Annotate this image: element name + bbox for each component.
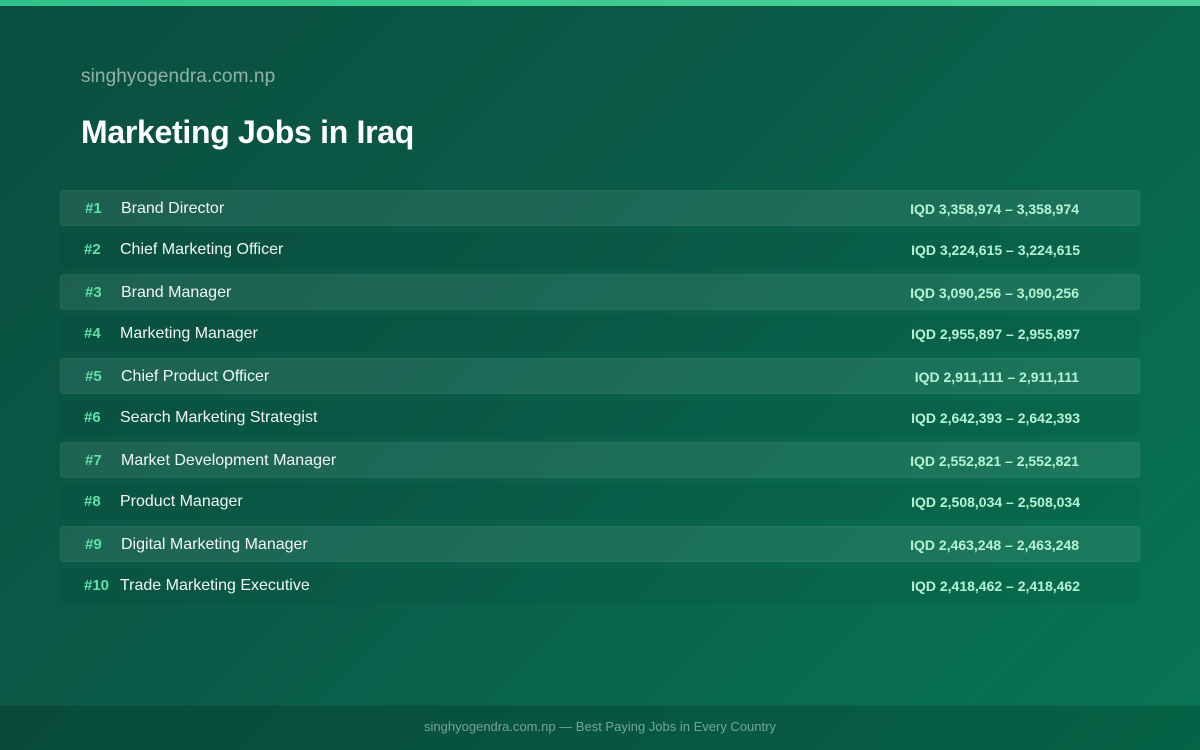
- site-name: singhyogendra.com.np: [81, 66, 276, 87]
- job-salary: IQD 2,418,462 – 2,418,462: [911, 578, 1080, 594]
- job-row: #8 Product Manager IQD 2,508,034 – 2,508…: [60, 484, 1140, 520]
- job-salary: IQD 2,955,897 – 2,955,897: [911, 326, 1080, 342]
- job-salary: IQD 2,552,821 – 2,552,821: [910, 453, 1079, 469]
- job-title: Brand Manager: [121, 284, 232, 301]
- footer: singhyogendra.com.np — Best Paying Jobs …: [0, 705, 1200, 750]
- job-title: Marketing Manager: [120, 325, 258, 342]
- job-salary: IQD 2,508,034 – 2,508,034: [911, 494, 1080, 510]
- job-rank: #3: [85, 284, 102, 301]
- job-row: #5 Chief Product Officer IQD 2,911,111 –…: [60, 358, 1140, 394]
- job-row: #1 Brand Director IQD 3,358,974 – 3,358,…: [60, 190, 1140, 226]
- job-row: #7 Market Development Manager IQD 2,552,…: [60, 442, 1140, 478]
- job-salary: IQD 3,224,615 – 3,224,615: [911, 242, 1080, 258]
- job-salary: IQD 3,358,974 – 3,358,974: [910, 201, 1079, 217]
- job-title: Chief Marketing Officer: [120, 241, 284, 258]
- job-row: #3 Brand Manager IQD 3,090,256 – 3,090,2…: [60, 274, 1140, 310]
- job-salary: IQD 2,911,111 – 2,911,111: [914, 369, 1079, 385]
- job-rank: #1: [85, 200, 102, 217]
- job-salary: IQD 2,463,248 – 2,463,248: [910, 537, 1079, 553]
- job-title: Market Development Manager: [121, 452, 337, 469]
- job-rank: #2: [84, 241, 101, 258]
- job-rank: #6: [84, 409, 101, 426]
- job-row: #6 Search Marketing Strategist IQD 2,642…: [60, 400, 1140, 436]
- job-list: #1 Brand Director IQD 3,358,974 – 3,358,…: [60, 190, 1140, 610]
- job-rank: #4: [84, 325, 101, 342]
- top-accent-bar: [0, 0, 1200, 6]
- footer-text: singhyogendra.com.np — Best Paying Jobs …: [424, 719, 776, 734]
- job-row: #2 Chief Marketing Officer IQD 3,224,615…: [60, 232, 1140, 268]
- job-row: #9 Digital Marketing Manager IQD 2,463,2…: [60, 526, 1140, 562]
- job-salary: IQD 3,090,256 – 3,090,256: [910, 285, 1079, 301]
- job-title: Trade Marketing Executive: [120, 577, 310, 594]
- job-rank: #8: [84, 493, 101, 510]
- job-title: Chief Product Officer: [121, 368, 270, 385]
- job-title: Product Manager: [120, 493, 243, 510]
- job-rank: #10: [84, 577, 110, 594]
- job-rank: #9: [85, 536, 102, 553]
- job-title: Digital Marketing Manager: [121, 536, 308, 553]
- job-salary: IQD 2,642,393 – 2,642,393: [911, 410, 1080, 426]
- job-title: Brand Director: [121, 200, 225, 217]
- job-title: Search Marketing Strategist: [120, 409, 318, 426]
- job-row: #4 Marketing Manager IQD 2,955,897 – 2,9…: [60, 316, 1140, 352]
- job-rank: #7: [85, 452, 102, 469]
- job-row: #10 Trade Marketing Executive IQD 2,418,…: [60, 568, 1140, 604]
- page-title: Marketing Jobs in Iraq: [81, 114, 415, 150]
- job-rank: #5: [85, 368, 102, 385]
